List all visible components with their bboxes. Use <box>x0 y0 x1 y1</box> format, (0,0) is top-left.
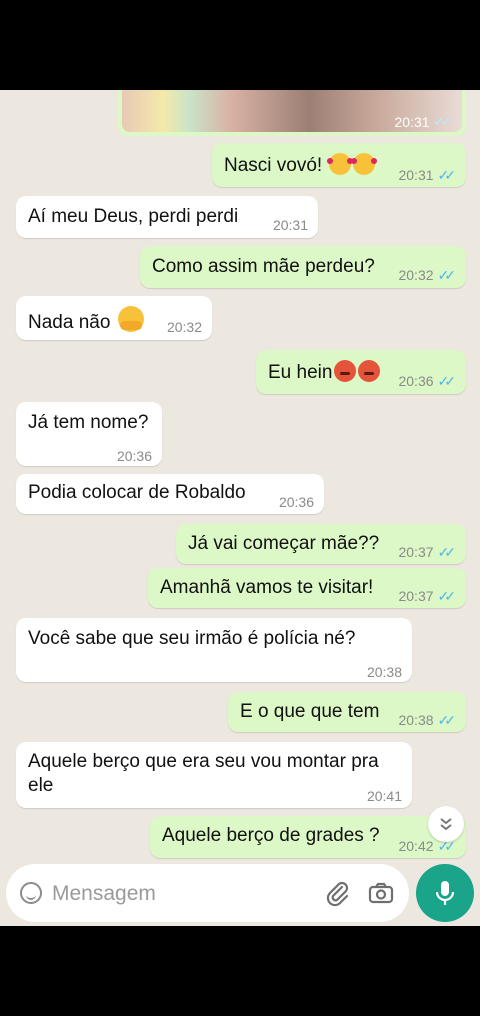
smiling-face-with-hearts-icon <box>351 153 378 175</box>
message-composer <box>6 864 409 922</box>
message-text: Nasci vovó! <box>224 155 323 176</box>
message-text: Amanhã vamos te visitar! <box>160 577 374 598</box>
message-time: 20:41 <box>366 788 402 804</box>
message-bubble-incoming[interactable]: Já tem nome? 20:36 <box>16 402 162 466</box>
angry-face-icon <box>334 360 357 382</box>
message-text: Aquele berço de grades ? <box>162 825 380 846</box>
read-ticks-icon: ✓✓ <box>437 544 457 560</box>
message-bubble-outgoing[interactable]: Amanhã vamos te visitar! 20:37 ✓✓ <box>148 568 466 608</box>
message-input[interactable] <box>50 876 314 912</box>
message-text: Aí meu Deus, perdi perdi <box>28 206 239 227</box>
message-bubble-outgoing[interactable]: Como assim mãe perdeu? 20:32 ✓✓ <box>140 246 466 288</box>
message-text: E o que que tem <box>240 701 380 722</box>
bottom-black-bar <box>0 926 480 1016</box>
message-time: 20:42 <box>398 838 434 854</box>
paperclip-icon[interactable] <box>322 878 352 908</box>
read-ticks-icon: ✓✓ <box>433 113 453 129</box>
message-time: 20:32 <box>398 267 434 283</box>
smiling-face-with-hearts-icon <box>327 153 354 175</box>
message-time: 20:31 <box>272 217 308 233</box>
message-bubble-outgoing[interactable]: Nasci vovó! 20:31 ✓✓ <box>212 143 466 187</box>
double-chevron-down-icon <box>440 818 452 831</box>
message-meta: 20:31 ✓✓ <box>394 113 452 130</box>
message-meta: 20:32 ✓✓ <box>398 263 456 287</box>
read-ticks-icon: ✓✓ <box>437 267 457 283</box>
message-time: 20:32 <box>166 319 202 335</box>
message-bubble-outgoing[interactable]: Eu hein 20:36 ✓✓ <box>256 350 466 394</box>
message-meta: 20:31 ✓✓ <box>398 163 456 187</box>
photo-message[interactable]: 20:31 ✓✓ <box>118 90 466 136</box>
microphone-icon <box>435 881 455 905</box>
message-time: 20:38 <box>366 664 402 680</box>
photo-thumbnail[interactable]: 20:31 ✓✓ <box>122 90 462 132</box>
message-time: 20:31 <box>394 113 430 130</box>
message-bubble-incoming[interactable]: Aí meu Deus, perdi perdi 20:31 <box>16 196 318 238</box>
message-bubble-outgoing[interactable]: E o que que tem 20:38 ✓✓ <box>228 692 466 732</box>
message-text: Já tem nome? <box>28 412 149 433</box>
top-black-bar <box>0 0 480 90</box>
emoji-icon[interactable] <box>20 882 42 904</box>
read-ticks-icon: ✓✓ <box>437 167 457 183</box>
message-text: Podia colocar de Robaldo <box>28 482 246 503</box>
read-ticks-icon: ✓✓ <box>437 712 457 728</box>
scroll-to-bottom-button[interactable] <box>428 806 464 842</box>
message-text-line-2: ele <box>28 775 54 796</box>
message-bubble-incoming[interactable]: Você sabe que seu irmão é polícia né? 20… <box>16 618 412 682</box>
message-bubble-outgoing[interactable]: Aquele berço de grades ? 20:42 ✓✓ <box>150 816 466 858</box>
message-text: Eu hein <box>268 362 333 383</box>
read-ticks-icon: ✓✓ <box>437 588 457 604</box>
message-meta: 20:38 ✓✓ <box>398 708 456 732</box>
message-time: 20:37 <box>398 544 434 560</box>
message-time: 20:38 <box>398 712 434 728</box>
message-meta: 20:36 ✓✓ <box>398 369 456 393</box>
read-ticks-icon: ✓✓ <box>437 373 457 389</box>
message-time: 20:36 <box>398 373 434 389</box>
message-bubble-incoming[interactable]: Nada não 20:32 <box>16 296 212 340</box>
message-text: Já vai começar mãe?? <box>188 533 380 554</box>
message-time: 20:31 <box>398 167 434 183</box>
voice-message-button[interactable] <box>416 864 474 922</box>
message-time: 20:37 <box>398 588 434 604</box>
angry-face-icon <box>358 360 381 382</box>
message-meta: 20:37 ✓✓ <box>398 540 456 564</box>
message-meta: 20:37 ✓✓ <box>398 584 456 608</box>
message-text: Você sabe que seu irmão é polícia né? <box>28 628 356 649</box>
message-text: Nada não <box>28 312 111 333</box>
camera-icon[interactable] <box>366 878 396 908</box>
message-bubble-incoming[interactable]: Aquele berço que era seu vou montar pra … <box>16 742 412 808</box>
message-bubble-outgoing[interactable]: Já vai começar mãe?? 20:37 ✓✓ <box>176 524 466 564</box>
hugging-face-icon <box>117 306 144 332</box>
message-bubble-incoming[interactable]: Podia colocar de Robaldo 20:36 <box>16 474 324 514</box>
message-text-line-1: Aquele berço que era seu vou montar pra <box>28 751 379 772</box>
message-time: 20:36 <box>278 494 314 510</box>
message-time: 20:36 <box>116 448 152 464</box>
message-text: Como assim mãe perdeu? <box>152 256 375 277</box>
